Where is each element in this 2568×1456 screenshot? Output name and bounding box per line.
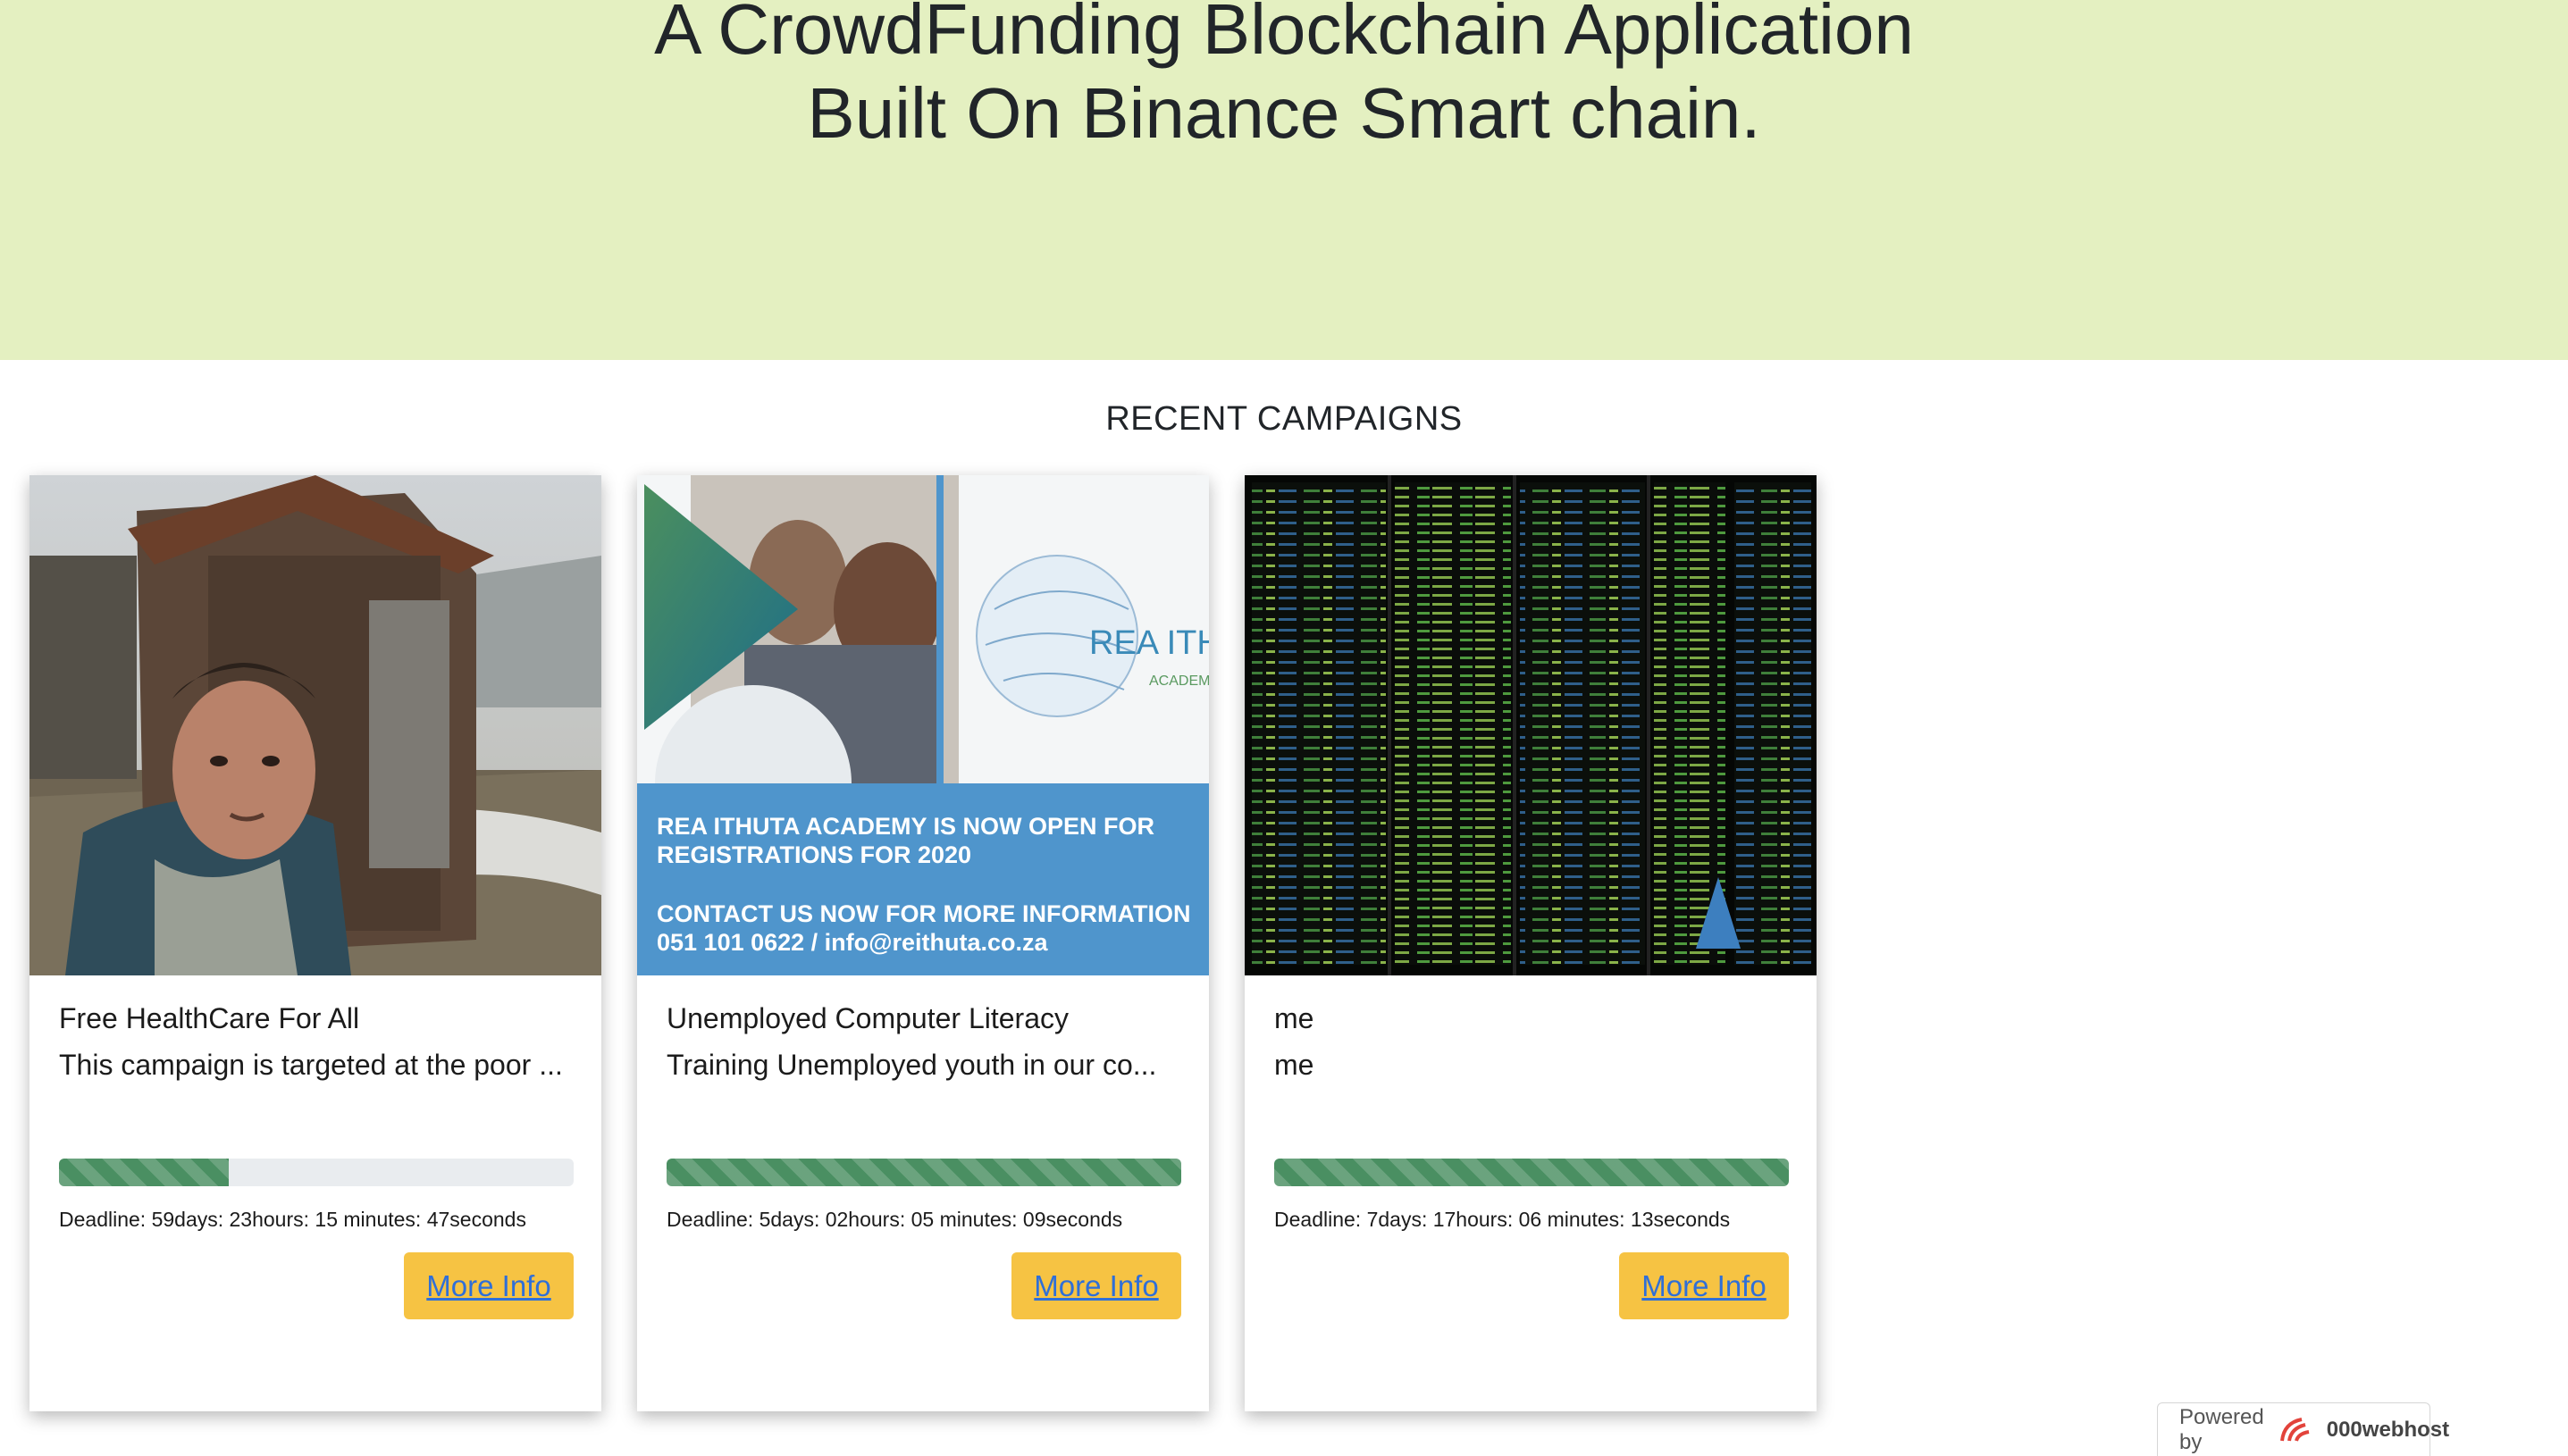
more-info-button[interactable]: More Info: [1619, 1252, 1789, 1319]
campaign-progress-bar: [667, 1159, 1181, 1186]
campaign-progress-bar: [59, 1159, 574, 1186]
banner-text-line4: 051 101 0622 / info@reithuta.co.za: [657, 929, 1048, 956]
campaign-description: me: [1274, 1049, 1314, 1081]
campaign-deadline: Deadline: 7days: 17hours: 06 minutes: 13…: [1274, 1208, 1731, 1231]
campaign-title: Free HealthCare For All: [59, 1002, 360, 1034]
campaign-progress-fill: [1274, 1159, 1789, 1186]
campaign-title: Unemployed Computer Literacy: [667, 1002, 1069, 1034]
hero-title: A CrowdFunding Blockchain Application Bu…: [0, 0, 2568, 155]
campaign-card: me me Deadline: 7days: 17hours: 06 minut…: [1245, 475, 1817, 1411]
more-info-button[interactable]: More Info: [1011, 1252, 1181, 1319]
campaign-image: REA ITHUTA ACADEMY REA ITHUTA ACADEMY IS…: [637, 475, 1209, 975]
banner-text-line3: CONTACT US NOW FOR MORE INFORMATION: [657, 900, 1190, 927]
campaign-card: REA ITHUTA ACADEMY REA ITHUTA ACADEMY IS…: [637, 475, 1209, 1411]
webhost-logo-icon: [2277, 1414, 2318, 1446]
banner-logo-subtext: ACADEMY: [1149, 674, 1209, 689]
banner-text-line2: REGISTRATIONS FOR 2020: [657, 841, 971, 868]
hero-title-line2: Built On Binance Smart chain.: [807, 73, 1761, 153]
campaign-progress-bar: [1274, 1159, 1789, 1186]
campaign-image: [1245, 475, 1817, 975]
campaign-card: Free HealthCare For All This campaign is…: [29, 475, 601, 1411]
webhost-brand: 000webhost: [2326, 1417, 2450, 1442]
hero-title-line1: A CrowdFunding Blockchain Application: [654, 0, 1914, 69]
campaign-description: Training Unemployed youth in our co...: [667, 1049, 1157, 1081]
campaign-progress-fill: [667, 1159, 1181, 1186]
section-title: RECENT CAMPAIGNS: [1105, 400, 1463, 438]
banner-text-line1: REA ITHUTA ACADEMY IS NOW OPEN FOR: [657, 813, 1154, 840]
campaign-deadline: Deadline: 5days: 02hours: 05 minutes: 09…: [667, 1208, 1123, 1231]
banner-logo-text: REA ITHUTA: [1089, 624, 1209, 662]
campaign-title: me: [1274, 1002, 1314, 1034]
powered-by-badge[interactable]: Powered by 000webhost: [2157, 1402, 2449, 1456]
powered-by-label: Powered by: [2179, 1404, 2264, 1454]
hero-banner: A CrowdFunding Blockchain Application Bu…: [0, 0, 2568, 360]
campaign-description: This campaign is targeted at the poor ..…: [59, 1049, 563, 1081]
campaign-image: [29, 475, 601, 975]
more-info-button[interactable]: More Info: [404, 1252, 574, 1319]
campaign-progress-fill: [59, 1159, 230, 1186]
campaign-deadline: Deadline: 59days: 23hours: 15 minutes: 4…: [59, 1208, 526, 1231]
